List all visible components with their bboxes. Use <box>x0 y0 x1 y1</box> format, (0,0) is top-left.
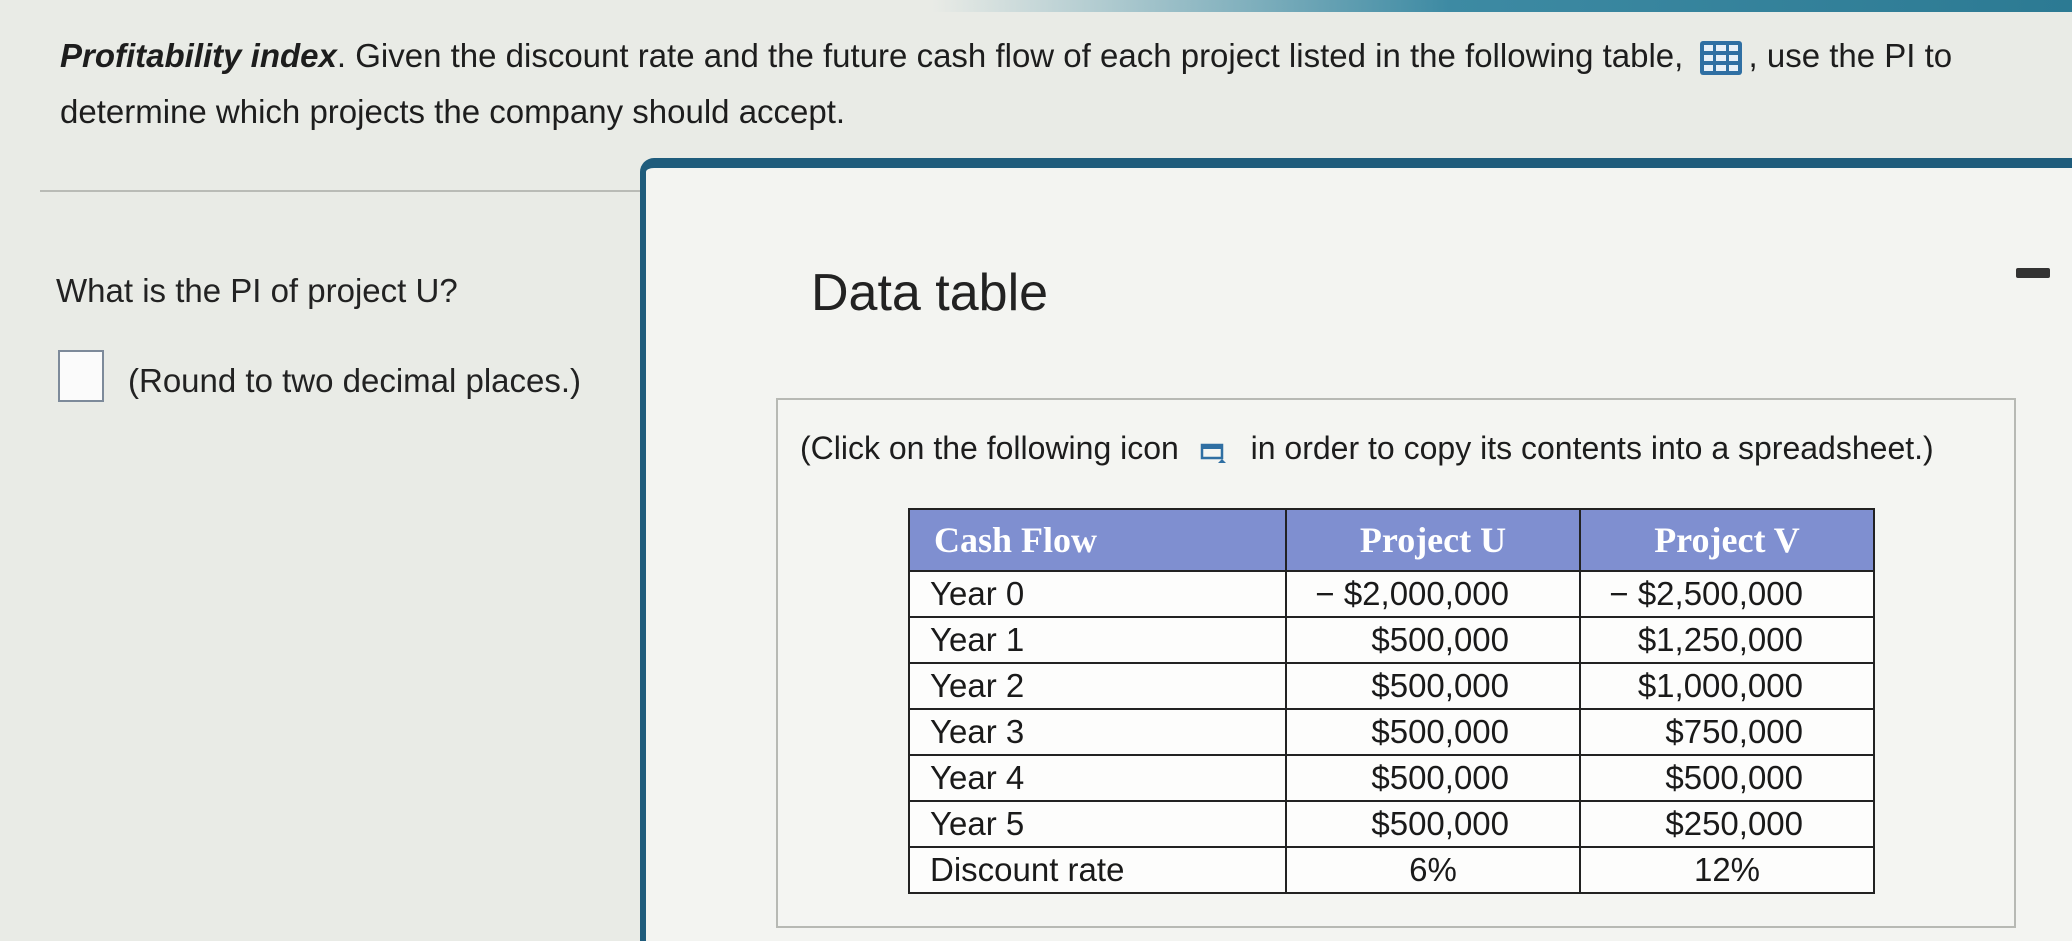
data-table-dialog: Data table (Click on the following icon … <box>640 158 2072 941</box>
row-label: Year 1 <box>908 616 1287 664</box>
project-v-value: $250,000 <box>1579 800 1875 848</box>
instruction-text-1: (Click on the following icon <box>800 430 1179 466</box>
header-project-u: Project U <box>1285 508 1581 572</box>
cash-flow-table: Cash Flow Project U Project V Year 0 − $… <box>908 508 1875 894</box>
row-label: Year 0 <box>908 570 1287 618</box>
instruction-text-2: in order to copy its contents into a spr… <box>1250 430 1934 466</box>
table-row: Discount rate 6% 12% <box>908 846 1875 894</box>
header-cash-flow: Cash Flow <box>908 508 1287 572</box>
answer-input[interactable] <box>58 350 104 402</box>
project-v-value: $1,000,000 <box>1579 662 1875 710</box>
dialog-title: Data table <box>811 264 1049 322</box>
project-u-value: $500,000 <box>1285 708 1581 756</box>
project-v-value: 12% <box>1579 846 1875 894</box>
row-label: Year 3 <box>908 708 1287 756</box>
project-v-value: − $2,500,000 <box>1579 570 1875 618</box>
problem-prompt: Profitability index. Given the discount … <box>60 28 2050 140</box>
top-accent-bar <box>0 0 2072 12</box>
project-u-value: $500,000 <box>1285 800 1581 848</box>
row-label: Discount rate <box>908 846 1287 894</box>
project-v-value: $750,000 <box>1579 708 1875 756</box>
header-project-v: Project V <box>1579 508 1875 572</box>
copy-instruction: (Click on the following icon in order to… <box>800 430 1934 467</box>
data-table-panel: (Click on the following icon in order to… <box>776 398 2016 928</box>
project-u-value: $500,000 <box>1285 616 1581 664</box>
table-row: Year 1 $500,000 $1,250,000 <box>908 616 1875 664</box>
question-text: What is the PI of project U? <box>56 272 458 309</box>
table-row: Year 2 $500,000 $1,000,000 <box>908 662 1875 710</box>
project-v-value: $500,000 <box>1579 754 1875 802</box>
row-label: Year 2 <box>908 662 1287 710</box>
divider <box>40 190 640 192</box>
project-u-value: − $2,000,000 <box>1285 570 1581 618</box>
rounding-note: (Round to two decimal places.) <box>128 362 582 399</box>
project-u-value: $500,000 <box>1285 662 1581 710</box>
copy-icon[interactable] <box>1200 437 1230 463</box>
table-header-row: Cash Flow Project U Project V <box>908 508 1875 572</box>
prompt-text-1: . Given the discount rate and the future… <box>336 37 1684 74</box>
table-row: Year 3 $500,000 $750,000 <box>908 708 1875 756</box>
project-u-value: $500,000 <box>1285 754 1581 802</box>
row-label: Year 5 <box>908 800 1287 848</box>
table-row: Year 0 − $2,000,000 − $2,500,000 <box>908 570 1875 618</box>
minimize-icon[interactable] <box>2016 268 2050 278</box>
data-table-grid-icon[interactable] <box>1699 37 1743 76</box>
prompt-term: Profitability index <box>60 37 337 74</box>
table-row: Year 5 $500,000 $250,000 <box>908 800 1875 848</box>
project-v-value: $1,250,000 <box>1579 616 1875 664</box>
row-label: Year 4 <box>908 754 1287 802</box>
project-u-value: 6% <box>1285 846 1581 894</box>
table-row: Year 4 $500,000 $500,000 <box>908 754 1875 802</box>
